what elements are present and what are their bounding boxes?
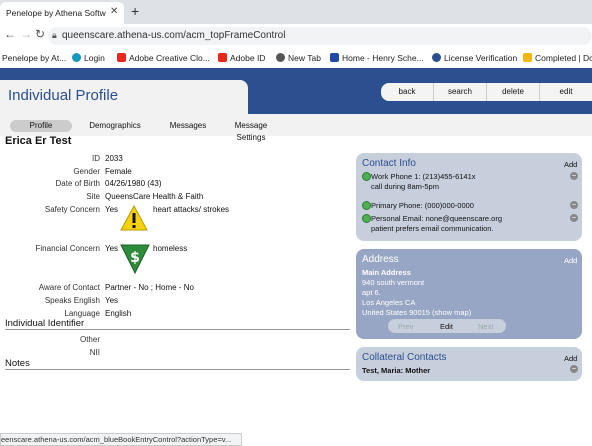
back-arrow-icon[interactable]: ← [4, 27, 16, 41]
address-line: apt 6. [362, 288, 381, 297]
field-value: 2033 [105, 154, 123, 163]
field-value: Female [105, 167, 132, 176]
page-title: Individual Profile [8, 87, 119, 104]
henryschein-icon [330, 53, 339, 62]
search-button[interactable]: search [434, 83, 487, 101]
bookmark-item[interactable]: Adobe ID [218, 53, 265, 63]
edit-address-button[interactable]: Edit [440, 322, 453, 331]
bookmark-item[interactable]: New Tab [276, 53, 321, 63]
field-value: English [105, 309, 132, 318]
remove-icon[interactable]: − [570, 172, 578, 180]
contact-note: call during 8am-5pm [371, 182, 439, 191]
field-label: Site [86, 192, 100, 201]
tab-message-settings[interactable]: Message Settings [220, 120, 282, 142]
collateral-title: Collateral Contacts [362, 352, 447, 363]
dollar-icon: $ [120, 244, 150, 274]
edit-button[interactable]: edit [540, 83, 592, 101]
salesforce-icon [72, 53, 81, 62]
field-value: Yes [105, 296, 119, 305]
globe-icon [276, 53, 285, 62]
collateral-add-link[interactable]: Add [564, 354, 577, 363]
financial-concern-value: Yes [105, 244, 119, 253]
tab-profile[interactable]: Profile [10, 120, 72, 132]
bookmark-item[interactable]: Penelope by At... [2, 53, 66, 63]
forward-arrow-icon[interactable]: → [20, 27, 32, 41]
next-button[interactable]: Next [478, 322, 493, 331]
notes-heading: Notes [5, 358, 30, 369]
field-label: ID [92, 154, 100, 163]
address-line[interactable]: United States 90015 (show map) [362, 308, 471, 317]
remove-icon[interactable]: − [570, 214, 578, 222]
remove-icon[interactable]: − [570, 365, 578, 373]
divider [5, 329, 350, 330]
contact-line[interactable]: Work Phone 1: (213)455-6141x [371, 172, 476, 181]
contact-add-link[interactable]: Add [564, 160, 577, 169]
field-label: Language [64, 309, 100, 318]
field-value: Partner - No ; Home - No [105, 283, 194, 292]
address-line: Los Angeles CA [362, 298, 416, 307]
field-label: Aware of Contact [38, 283, 100, 292]
bookmark-item[interactable]: Login [72, 53, 105, 63]
new-tab-icon[interactable]: + [131, 3, 139, 19]
bookmark-item[interactable]: Adobe Creative Clo... [117, 53, 210, 63]
bookmark-item[interactable]: Home - Henry Sche... [330, 53, 424, 63]
delete-button[interactable]: delete [487, 83, 540, 101]
url-text[interactable]: queenscare.athena-us.com/acm_topFrameCon… [62, 30, 285, 41]
safety-concern-label: Safety Concern [44, 205, 100, 214]
tab-messages[interactable]: Messages [162, 120, 214, 132]
field-value: 04/26/1980 (43) [105, 179, 162, 188]
license-icon [432, 53, 441, 62]
address-heading: Main Address [362, 268, 411, 277]
field-label: Date of Birth [55, 179, 100, 188]
status-dot-icon [362, 172, 371, 181]
bookmark-item[interactable]: License Verification [432, 53, 517, 63]
field-label: Other [79, 335, 100, 344]
close-icon[interactable]: ✕ [110, 6, 118, 17]
adobe-icon [218, 53, 227, 62]
address-title: Address [362, 254, 399, 265]
reload-icon[interactable]: ↻ [35, 27, 45, 41]
bookmark-item[interactable]: Completed | Do [523, 53, 592, 63]
financial-concern-label: Financial Concern [35, 244, 100, 253]
warning-icon [120, 205, 148, 231]
contact-info-title: Contact Info [362, 158, 416, 169]
safety-concern-text: heart attacks/ strokes [153, 205, 230, 214]
contact-note: patient prefers email communication. [371, 224, 494, 233]
field-value: QueensCare Health & Faith [105, 192, 204, 201]
remove-icon[interactable]: − [570, 201, 578, 209]
browser-tab[interactable]: Penelope by Athena Softwa ✕ [0, 2, 124, 24]
person-name: Erica Er Test [5, 135, 72, 147]
divider [5, 369, 350, 370]
download-icon [523, 53, 532, 62]
tab-demographics[interactable]: Demographics [84, 120, 146, 132]
lock-icon: 🔒︎ [52, 30, 57, 40]
status-dot-icon [362, 214, 371, 223]
status-dot-icon [362, 201, 371, 210]
collateral-item[interactable]: Test, Maria: Mother [362, 366, 430, 375]
financial-concern-text: homeless [153, 244, 188, 253]
safety-concern-value: Yes [105, 205, 119, 214]
tab-title: Penelope by Athena Softwa [6, 8, 106, 18]
back-button[interactable]: back [381, 83, 434, 101]
identifier-heading: Individual Identifier [5, 318, 85, 329]
address-add-link[interactable]: Add [564, 256, 577, 265]
status-bar-url: eenscare.athena-us.com/acm_blueBookEntry… [0, 433, 242, 446]
adobe-icon [117, 53, 126, 62]
contact-line[interactable]: Personal Email: none@queenscare.org [371, 214, 502, 223]
field-label: NII [89, 348, 100, 357]
field-label: Speaks English [44, 296, 100, 305]
prev-button[interactable]: Prev [398, 322, 413, 331]
field-label: Gender [73, 167, 100, 176]
address-line: 940 south vermont [362, 278, 425, 287]
contact-line[interactable]: Primary Phone: (000)000-0000 [371, 201, 474, 210]
svg-text:$: $ [130, 250, 140, 266]
